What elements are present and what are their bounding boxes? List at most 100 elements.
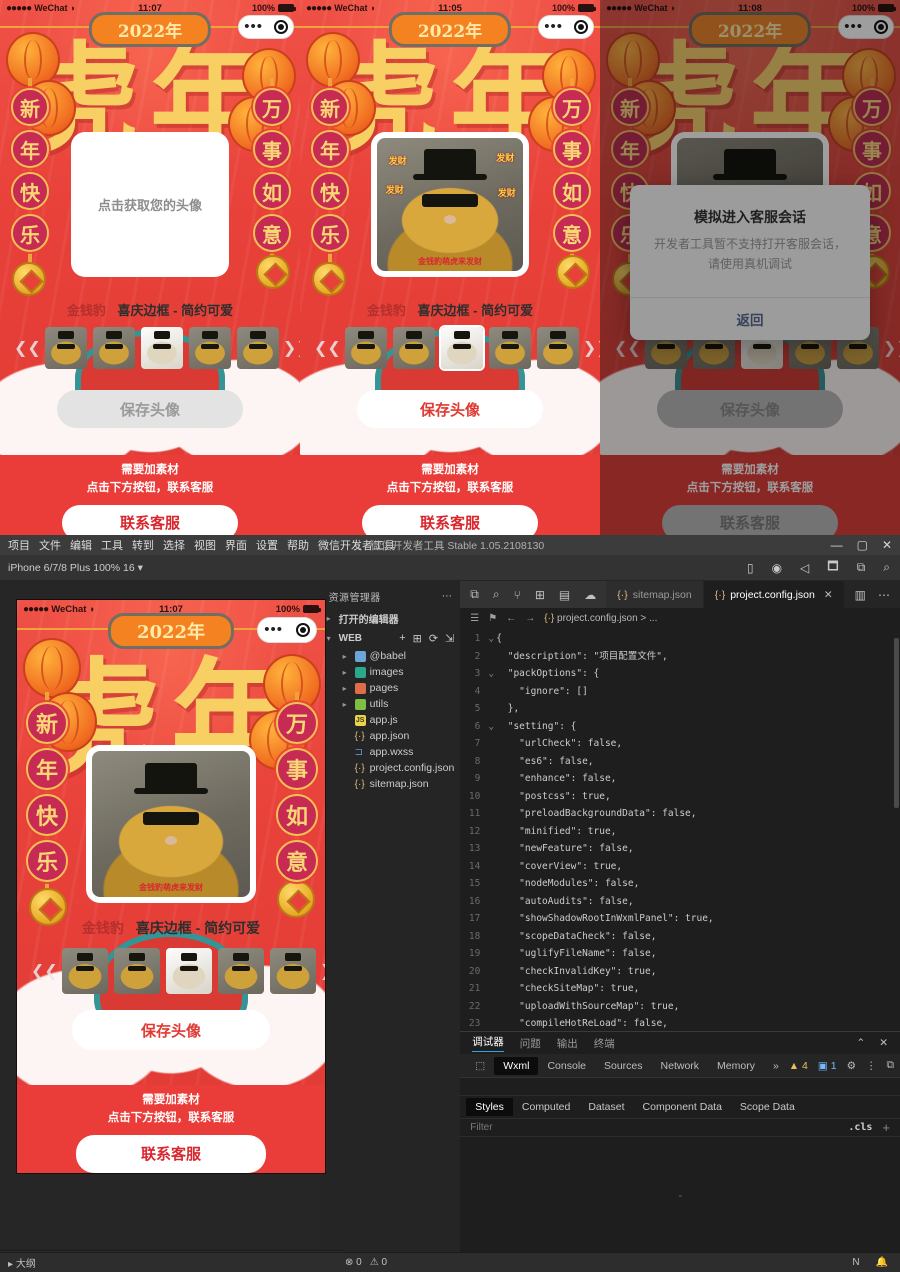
thumbnail-item[interactable] [188,327,231,369]
thumbnail-item[interactable] [113,948,160,994]
menu-item-help[interactable]: 帮助 [287,537,309,553]
avatar-preview[interactable]: 金钱豹萌虎来发财 [86,745,256,903]
next-arrow-icon[interactable]: ❯❯ [283,338,300,358]
outline-icon[interactable]: ☰ [470,613,479,624]
dock-icon[interactable]: ⧉ [887,1059,895,1072]
tab-wxml[interactable]: Wxml [494,1056,539,1075]
tab-styles[interactable]: Styles [466,1098,513,1116]
kebab-menu-icon[interactable]: ⋮ [866,1060,877,1072]
remote-debug-icon[interactable]: 🗖 [827,557,838,578]
collapse-all-icon[interactable]: ⇲ [445,632,454,645]
tab-memory[interactable]: Memory [708,1057,764,1075]
menu-item-tools[interactable]: 工具 [101,537,123,553]
menu-item-settings[interactable]: 设置 [256,537,278,553]
filter-input[interactable]: Filter [470,1122,492,1133]
dialog-back-button[interactable]: 返回 [630,298,870,340]
tree-item-utils[interactable]: ▸ utils [321,696,461,712]
frame-thumbnail-strip[interactable]: ❮❮ ❯❯ [17,948,325,994]
new-folder-icon[interactable]: ⊞ [413,632,422,645]
fold-toggle[interactable]: ⌄ [486,718,496,736]
save-avatar-button[interactable]: 保存头像 [72,1010,270,1050]
menu-item-ui[interactable]: 界面 [225,537,247,553]
wechat-capsule-menu[interactable]: ••• [238,15,294,39]
thumbnail-item-selected[interactable] [440,327,483,369]
more-tabs-icon[interactable]: » [764,1057,788,1075]
simulator-device[interactable]: 虎年 新 年 快 乐 万 事 如 意 ●●●●● WeChat ◗ 11:07 … [16,599,326,1174]
thumbnail-item[interactable] [488,327,531,369]
close-target-icon[interactable] [573,20,588,34]
contact-support-button[interactable]: 联系客服 [76,1134,266,1173]
extensions-icon[interactable]: ⊞ [535,588,545,602]
cls-button[interactable]: .cls [848,1122,872,1133]
menu-item-devtools[interactable]: 微信开发者工具 [318,537,395,553]
mute-icon[interactable]: ◁ [800,561,809,575]
thumbnail-item[interactable] [392,327,435,369]
close-button[interactable]: ✕ [882,538,892,552]
thumbnail-list[interactable] [44,327,279,369]
tree-item-project-config[interactable]: {·} project.config.json [321,760,461,776]
tree-item-app-json[interactable]: {·} app.json [321,728,461,744]
warning-badge[interactable]: ▲ 4 [789,1060,808,1072]
debug-icon[interactable]: ▤ [559,588,570,602]
tab-console[interactable]: Console [538,1057,595,1075]
close-target-icon[interactable] [273,20,288,34]
tab-output[interactable]: 输出 [557,1036,578,1051]
thumbnail-item[interactable] [61,948,108,994]
fold-toggle[interactable]: ⌄ [486,630,496,648]
tab-component-data[interactable]: Component Data [634,1098,731,1116]
clone-icon[interactable]: ⧉ [857,560,866,575]
tree-item-sitemap[interactable]: {·} sitemap.json [321,776,461,792]
bell-icon[interactable]: 🔔 [876,1257,888,1268]
new-file-icon[interactable]: + [399,632,405,645]
tab-network[interactable]: Network [652,1057,709,1075]
thumbnail-list[interactable] [344,327,579,369]
devtools-dom-area[interactable] [460,1078,900,1096]
chevron-right-icon[interactable]: ▸ [343,668,351,677]
contact-support-button[interactable]: 联系客服 [62,504,238,535]
breadcrumb-path[interactable]: project.config.json > ... [557,613,657,624]
prev-arrow-icon[interactable]: ❮❮ [314,338,341,358]
info-badge[interactable]: ▣ 1 [818,1060,837,1072]
maximize-button[interactable]: ▢ [857,538,868,552]
add-rule-icon[interactable]: + [882,1120,890,1135]
gear-icon[interactable]: ⚙ [847,1060,856,1072]
save-avatar-button[interactable]: 保存头像 [57,390,243,428]
error-count[interactable]: ⊗ 0 [345,1257,362,1268]
record-icon[interactable]: ◉ [772,561,782,575]
tab-problems[interactable]: 问题 [520,1036,541,1051]
avatar-picker[interactable]: 点击获取您的头像 [71,132,229,277]
thumbnail-item[interactable] [44,327,87,369]
close-icon[interactable]: ✕ [824,589,833,601]
menu-item-goto[interactable]: 转到 [132,537,154,553]
thumbnail-item[interactable] [217,948,264,994]
device-selector[interactable]: iPhone 6/7/8 Plus 100% 16 ▾ [0,562,143,574]
fold-toggle[interactable]: ⌄ [486,665,496,683]
thumbnail-item[interactable] [269,948,316,994]
tab-scope-data[interactable]: Scope Data [731,1098,804,1116]
menu-item-edit[interactable]: 编辑 [70,537,92,553]
chevron-up-icon[interactable]: ⌃ [856,1037,865,1049]
split-editor-icon[interactable]: ▥ [855,588,866,602]
tab-debugger[interactable]: 调试器 [472,1034,504,1052]
thumbnail-item[interactable] [236,327,279,369]
chevron-right-icon[interactable]: ▸ [343,700,351,709]
menu-item-file[interactable]: 文件 [39,537,61,553]
menu-item-view[interactable]: 视图 [194,537,216,553]
tab-project-config-json[interactable]: {·} project.config.json ✕ [703,581,845,608]
thumbnail-item[interactable] [92,327,135,369]
save-avatar-button[interactable]: 保存头像 [357,390,543,428]
phone-icon[interactable]: ▯ [747,561,754,575]
explorer-icon[interactable]: ⧉ [470,587,479,602]
frame-thumbnail-strip[interactable]: ❮❮ ❯❯ [300,327,600,369]
chevron-down-icon[interactable]: ▾ [327,634,335,643]
tab-sources[interactable]: Sources [595,1057,652,1075]
thumbnail-item[interactable] [536,327,579,369]
inspect-element-icon[interactable]: ⬚ [466,1057,494,1075]
chevron-right-icon[interactable]: ▸ [327,614,335,623]
minimize-button[interactable]: — [831,538,843,552]
back-icon[interactable]: ← [506,613,516,624]
project-root-section[interactable]: ▾ WEB + ⊞ ⟳ ⇲ [321,629,461,648]
outline-section-label[interactable]: ▸ 大纲 [8,1255,36,1270]
close-icon[interactable]: ✕ [879,1037,888,1049]
tree-item-images[interactable]: ▸ images [321,664,461,680]
